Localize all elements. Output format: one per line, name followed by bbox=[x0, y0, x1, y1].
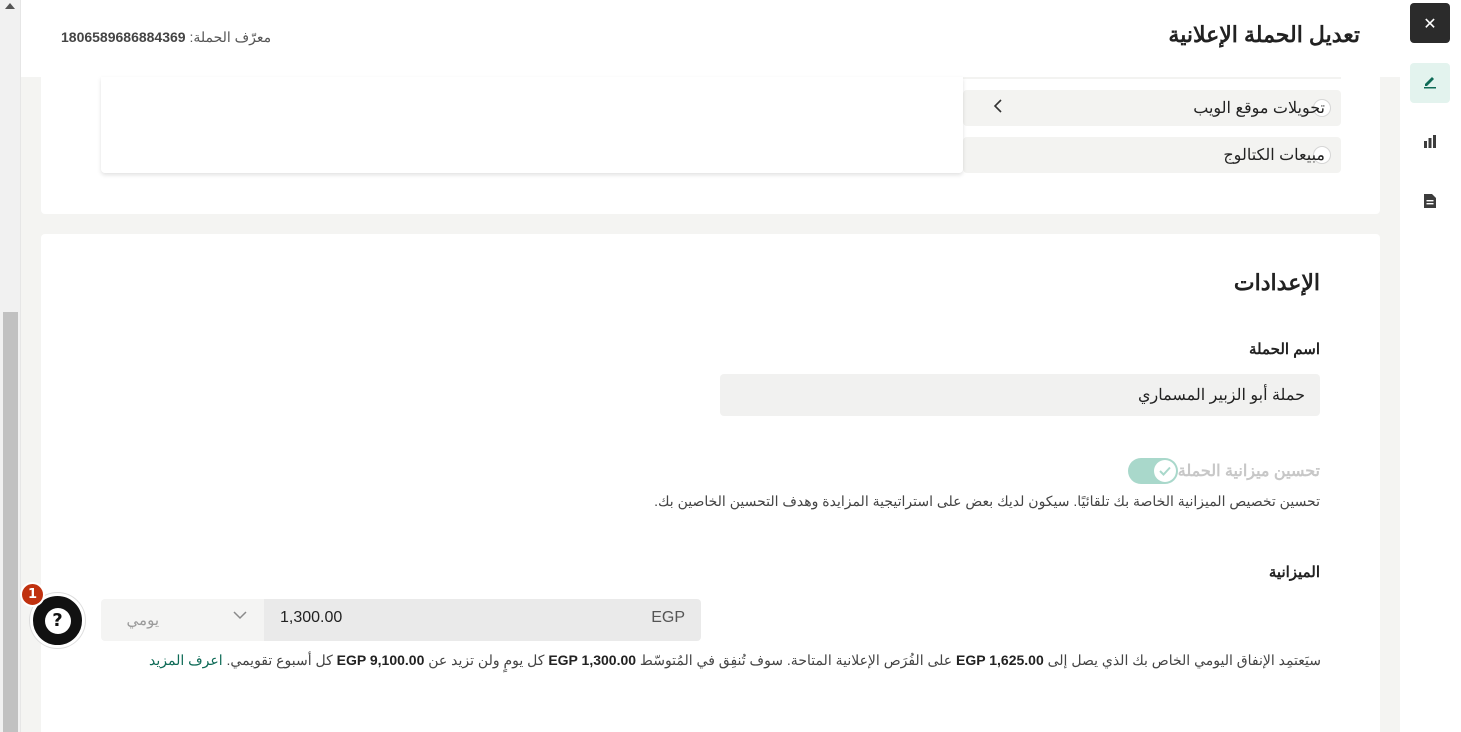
campaign-name-label: اسم الحملة bbox=[1249, 341, 1320, 358]
budget-note-text: كل يومٍ ولن تزيد عن bbox=[424, 652, 549, 668]
notification-badge: 1 bbox=[20, 582, 45, 607]
divider bbox=[963, 77, 1341, 79]
learn-more-link[interactable]: اعرف المزيد bbox=[149, 652, 223, 668]
chevron-down-icon bbox=[233, 609, 247, 623]
chart-icon bbox=[1422, 133, 1438, 153]
budget-note: سيَعتمِد الإنفاق اليومي الخاص بك الذي يص… bbox=[121, 648, 1321, 673]
campaign-id-value: 1806589686884369 bbox=[61, 29, 186, 45]
question-icon: ? bbox=[44, 607, 71, 634]
budget-note-avg: EGP 1,300.00 bbox=[548, 652, 637, 668]
edit-icon bbox=[1422, 73, 1438, 93]
budget-row: يومي 1,300.00 EGP bbox=[101, 599, 701, 641]
option-label: تحويلات موقع الويب bbox=[1193, 100, 1325, 117]
details-button[interactable] bbox=[1410, 183, 1450, 223]
budget-period-select[interactable]: يومي bbox=[101, 599, 264, 641]
campaign-id-label: معرّف الحملة: bbox=[185, 29, 272, 45]
budget-amount-value: 1,300.00 bbox=[280, 609, 343, 626]
budget-optimization-description: تحسين تخصيص الميزانية الخاصة بك تلقائيًا… bbox=[654, 493, 1320, 509]
budget-amount-input[interactable]: 1,300.00 EGP bbox=[264, 599, 701, 641]
budget-label: الميزانية bbox=[1268, 564, 1320, 581]
budget-note-text: سيَعتمِد الإنفاق اليومي الخاص بك الذي يص… bbox=[1043, 652, 1321, 668]
performance-button[interactable] bbox=[1410, 123, 1450, 163]
option-label: مبيعات الكتالوج bbox=[1223, 147, 1325, 164]
settings-card: الإعدادات اسم الحملة حملة أبو الزبير الم… bbox=[41, 234, 1380, 732]
budget-note-max-daily: EGP 1,625.00 bbox=[956, 652, 1044, 668]
page-scrollbar[interactable] bbox=[0, 0, 21, 732]
budget-period-value: يومي bbox=[126, 612, 159, 629]
dialog-title: تعديل الحملة الإعلانية bbox=[1168, 22, 1360, 47]
website-conversions-flyout bbox=[101, 77, 963, 173]
budget-optimization-label: تحسين ميزانية الحملة bbox=[1177, 463, 1320, 480]
budget-note-weekly: EGP 9,100.00 bbox=[336, 652, 425, 668]
option-website-conversions[interactable]: تحويلات موقع الويب bbox=[963, 90, 1341, 126]
budget-note-text: كل أسبوع تقويمي. bbox=[222, 652, 337, 668]
settings-title: الإعدادات bbox=[1233, 270, 1320, 295]
campaign-name-input[interactable]: حملة أبو الزبير المسماري bbox=[720, 374, 1320, 416]
campaign-id: معرّف الحملة: 1806589686884369 bbox=[61, 29, 271, 46]
right-rail: ✕ bbox=[1400, 0, 1461, 732]
budget-note-text: على الفُرَص الإعلانية المتاحة. سوف تُنفِ… bbox=[636, 652, 957, 668]
budget-currency: EGP bbox=[651, 609, 685, 626]
edit-button[interactable] bbox=[1410, 63, 1450, 103]
chevron-left-icon[interactable] bbox=[993, 98, 1003, 114]
scroll-up-arrow-icon[interactable] bbox=[5, 3, 15, 9]
scroll-thumb[interactable] bbox=[3, 312, 18, 732]
dialog-header: تعديل الحملة الإعلانية معرّف الحملة: 180… bbox=[21, 0, 1400, 77]
document-icon bbox=[1423, 193, 1437, 213]
close-button[interactable]: ✕ bbox=[1410, 3, 1450, 43]
conversion-location-card: تحويلات موقع الويب مبيعات الكتالوج bbox=[41, 77, 1380, 214]
budget-optimization-toggle[interactable] bbox=[1127, 458, 1178, 484]
check-icon bbox=[1153, 460, 1176, 482]
budget-optimization-row: تحسين ميزانية الحملة bbox=[1127, 458, 1320, 484]
option-catalog-sales[interactable]: مبيعات الكتالوج bbox=[963, 137, 1341, 173]
